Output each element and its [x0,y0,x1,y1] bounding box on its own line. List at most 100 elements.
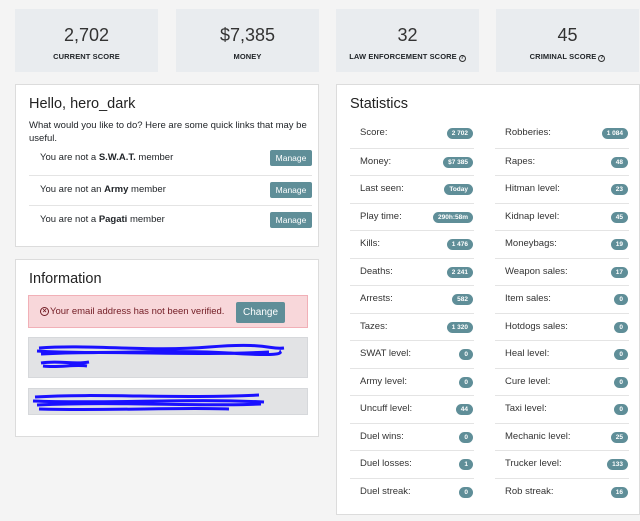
stat-row-label: Trucker level: [505,458,562,469]
alert-message: Your email address has not been verified… [50,306,225,317]
hello-panel: Hello, hero_dark What would you like to … [15,84,319,247]
help-icon[interactable]: ? [458,55,466,62]
member-status-text: You are not an Army member [40,184,166,195]
stat-row: Moneybags: 19 [495,230,629,258]
stat-card-current-score: 2,702 CURRENT SCORE [15,9,158,72]
stat-label-wrap: CRIMINAL SCORE? [496,52,639,62]
hello-title: Hello, hero_dark [29,96,136,112]
stat-row-badge: 44 [455,404,473,415]
stat-row-badge: 48 [610,156,628,168]
stat-label: LAW ENFORCEMENT SCORE [349,52,457,61]
member-row-pagati: You are not a Pagati member Manage [29,205,312,235]
stat-row-badge: 45 [610,211,628,223]
stat-row-badge: 0 [459,376,473,388]
stat-row-label: Moneybags: [505,238,557,249]
stat-label-wrap: LAW ENFORCEMENT SCORE? [336,52,479,62]
stat-row-badge: 0 [459,486,473,498]
stat-row-badge: 2 241 [446,266,473,278]
stat-row: Score: 2 702 [350,120,474,148]
stat-label: MONEY [233,52,262,61]
stat-row-label: Duel losses: [360,458,412,469]
change-email-button[interactable]: Change [236,302,285,323]
stat-row-badge: 1 320 [446,321,473,333]
redaction-scribble [36,343,285,369]
redaction-scribble [32,393,265,412]
member-status-text: You are not a Pagati member [40,214,165,225]
stat-row: Mechanic level: 25 [495,422,629,451]
manage-swat-button[interactable]: Manage [270,150,312,166]
stat-row-label: Army level: [360,375,407,387]
stat-row-badge: 1 084 [601,128,628,139]
stat-value: 32 [397,25,418,45]
stat-row: Weapon sales: 17 [495,257,629,286]
stat-row-badge: 133 [607,459,628,470]
stat-row: Army level: 0 [350,367,474,396]
stat-row-label: Heal level: [505,348,550,359]
stat-row-badge: 23 [610,184,628,195]
stat-row-badge: 290h:58m [433,211,473,223]
stat-row-label: Taxi level: [505,403,547,414]
stat-row: Trucker level: 133 [495,450,629,478]
stat-row: Kills: 1 476 [350,230,474,258]
stat-row: Robberies: 1 084 [495,120,629,148]
stat-row-label: Hitman level: [505,183,560,194]
manage-pagati-button[interactable]: Manage [270,212,312,228]
stat-value: 2,702 [63,25,110,45]
stat-row: Hitman level: 23 [495,175,629,203]
stat-card-criminal-score: 45 CRIMINAL SCORE? [496,9,639,72]
stat-row-badge: 0 [614,404,628,415]
stat-row-badge: 1 476 [446,239,473,250]
hello-intro: What would you like to do? Here are some… [29,120,307,144]
stat-row-label: SWAT level: [360,348,412,359]
stat-row-label: Deaths: [360,265,393,277]
stat-row-label: Arrests: [360,293,393,304]
stat-row: Duel losses: 1 [350,450,474,478]
member-status-text: You are not a S.W.A.T. member [40,152,174,163]
redacted-info-box [28,388,308,415]
stat-row-label: Rapes: [505,155,536,167]
stat-row: Duel wins: 0 [350,422,474,451]
stat-label: CURRENT SCORE [53,52,120,61]
stat-row-badge: 0 [459,349,473,360]
stat-row: Cure level: 0 [495,367,629,396]
stat-row-label: Cure level: [505,375,551,387]
stat-row-badge: 25 [610,431,628,443]
stat-row: Hotdogs sales: 0 [495,312,629,341]
stat-row-badge: 0 [614,349,628,360]
member-row-army: You are not an Army member Manage [29,175,312,205]
stat-row-label: Weapon sales: [505,265,568,277]
information-title: Information [29,271,102,287]
help-icon[interactable]: ? [598,55,606,62]
information-panel: Information × Your email address has not… [15,259,319,437]
stat-row: Rapes: 48 [495,147,629,176]
stat-row: Tazes: 1 320 [350,312,474,341]
stat-row-label: Duel streak: [360,485,411,497]
statistics-left-column: Score: 2 702 Money: $7 385 Last seen: Today Pl… [350,120,474,505]
stat-row: Heal level: 0 [495,340,629,368]
email-verify-alert: × Your email address has not been verifi… [28,295,308,328]
stat-row-badge: Today [444,184,473,195]
x-circle-icon: × [40,307,49,316]
stat-row-label: Score: [360,127,388,138]
stat-row: Item sales: 0 [495,285,629,313]
stat-row-badge: 19 [610,239,628,250]
stat-row-label: Tazes: [360,320,388,332]
manage-army-button[interactable]: Manage [270,182,312,198]
stat-row-badge: 0 [614,294,628,305]
stat-row-label: Duel wins: [360,430,404,442]
stat-row: Deaths: 2 241 [350,257,474,286]
stat-row: Taxi level: 0 [495,395,629,423]
redacted-info-box [28,337,308,378]
statistics-panel: Statistics Score: 2 702 Money: $7 385 Last s… [336,84,640,515]
stat-value: 45 [557,25,578,45]
stat-row-label: Uncuff level: [360,403,413,414]
stat-row-badge: 17 [610,266,628,278]
stat-row: Money: $7 385 [350,147,474,176]
stat-row: Duel streak: 0 [350,477,474,506]
stat-row-badge: 0 [614,376,628,388]
stat-row-label: Play time: [360,210,402,222]
stat-row: Arrests: 582 [350,285,474,313]
stat-row-badge: 0 [614,321,628,333]
stat-row: Kidnap level: 45 [495,202,629,231]
stat-value: $7,385 [219,25,276,45]
